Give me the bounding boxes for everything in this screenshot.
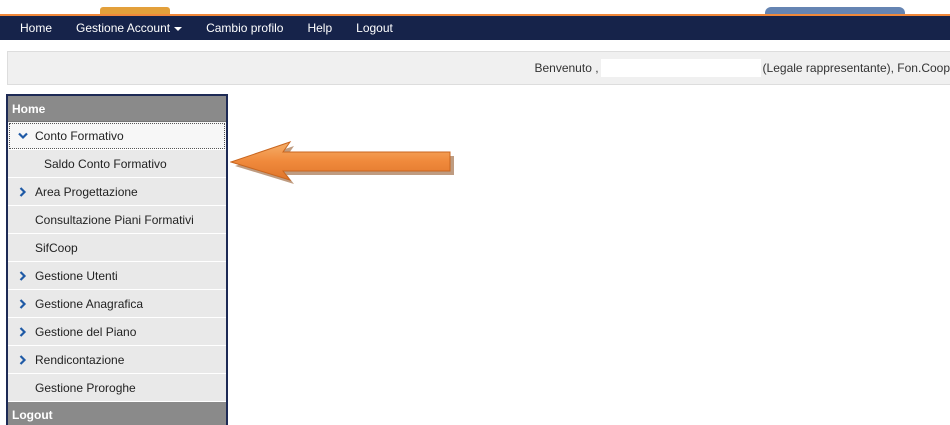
chevron-down-icon [16, 129, 30, 143]
sidebar-header-logout[interactable]: Logout [8, 402, 226, 425]
nav-change-profile[interactable]: Cambio profilo [206, 21, 283, 35]
sidebar-item-label: Area Progettazione [35, 184, 138, 199]
sidebar-item-label: Consultazione Piani Formativi [35, 212, 194, 227]
sidebar-item-label: Gestione Utenti [35, 268, 118, 283]
nav-home[interactable]: Home [20, 21, 52, 35]
nav-logout[interactable]: Logout [356, 21, 393, 35]
sidebar-item-label: Saldo Conto Formativo [44, 156, 167, 171]
sidebar-item-rendicontazione[interactable]: Rendicontazione [8, 346, 226, 374]
sidebar-menu: Home Conto Formativo Saldo Conto Formati… [6, 94, 228, 425]
sidebar-item-label: Gestione Anagrafica [35, 296, 144, 311]
top-banner [0, 0, 950, 17]
sidebar-header-home[interactable]: Home [8, 96, 226, 122]
sidebar-item-label: Gestione Proroghe [35, 380, 136, 395]
sidebar-item-gestione-anagrafica[interactable]: Gestione Anagrafica [8, 290, 226, 318]
sidebar-item-consultazione-piani[interactable]: Consultazione Piani Formativi [8, 206, 226, 234]
chevron-right-icon [16, 325, 30, 339]
nav-account-dropdown[interactable]: Gestione Account [76, 21, 183, 35]
welcome-suffix: (Legale rappresentante), Fon.Coop [762, 61, 950, 75]
sidebar-item-label: Gestione del Piano [35, 324, 137, 339]
chevron-right-icon [16, 185, 30, 199]
main-navbar: Home Gestione Account Cambio profilo Hel… [0, 16, 950, 40]
sidebar-item-sifcoop[interactable]: SifCoop [8, 234, 226, 262]
annotation-arrow-icon [230, 141, 454, 184]
welcome-prefix: Benvenuto , [534, 61, 599, 75]
sidebar-item-gestione-utenti[interactable]: Gestione Utenti [8, 262, 226, 290]
sidebar-item-gestione-proroghe[interactable]: Gestione Proroghe [8, 374, 226, 402]
chevron-right-icon [16, 269, 30, 283]
sidebar-item-gestione-piano[interactable]: Gestione del Piano [8, 318, 226, 346]
sidebar-item-conto-formativo[interactable]: Conto Formativo [8, 122, 226, 150]
sidebar-item-area-progettazione[interactable]: Area Progettazione [8, 178, 226, 206]
nav-help[interactable]: Help [307, 21, 332, 35]
sidebar-subitem-saldo-conto-formativo[interactable]: Saldo Conto Formativo [8, 150, 226, 178]
welcome-bar: Benvenuto , (Legale rappresentante), Fon… [7, 51, 950, 85]
sidebar-item-label: Conto Formativo [35, 128, 124, 143]
sidebar-item-label: SifCoop [35, 240, 78, 255]
chevron-right-icon [16, 297, 30, 311]
nav-account-label: Gestione Account [76, 21, 171, 35]
chevron-right-icon [16, 353, 30, 367]
redacted-username [600, 59, 761, 77]
caret-down-icon [174, 26, 183, 31]
sidebar-item-label: Rendicontazione [35, 352, 125, 367]
